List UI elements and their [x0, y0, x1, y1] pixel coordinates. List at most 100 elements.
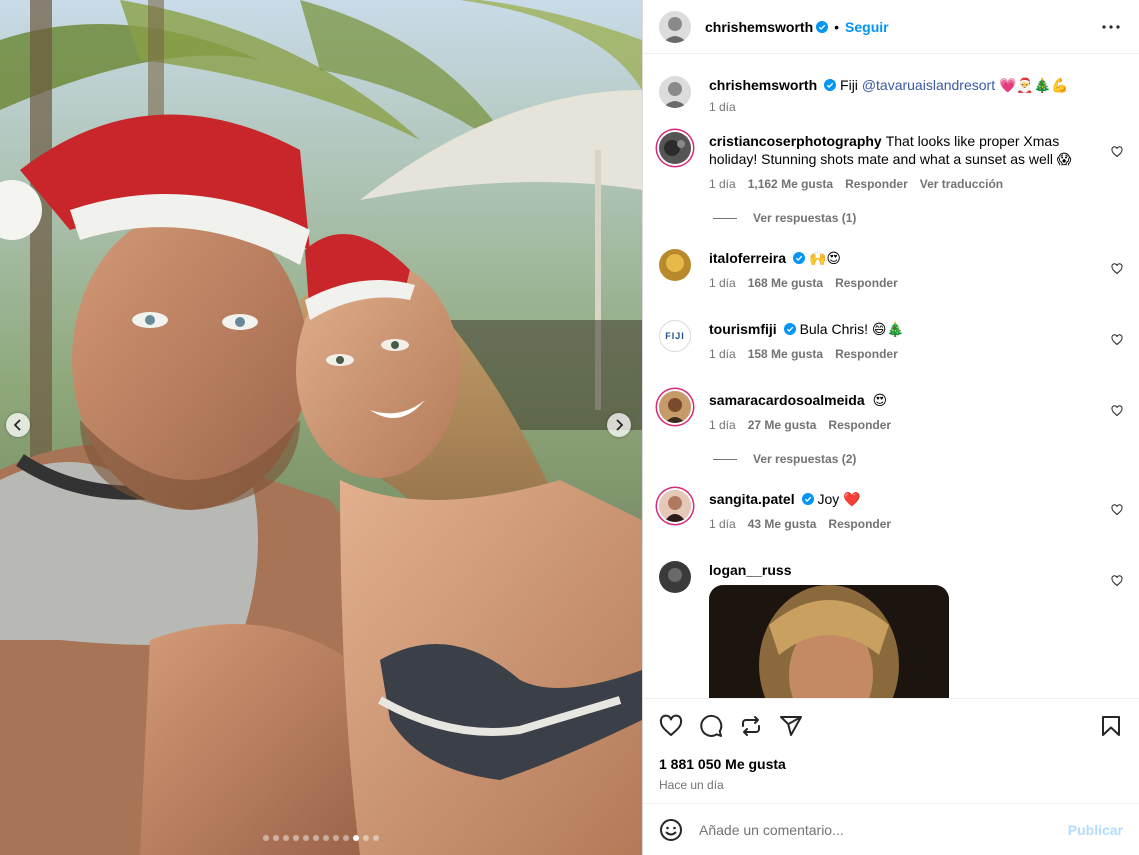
fiji-avatar-text: FIJI: [665, 331, 685, 341]
carousel-dot: [353, 835, 359, 841]
translate-button[interactable]: Ver traducción: [920, 177, 1003, 191]
comment-like-icon[interactable]: [1111, 146, 1123, 158]
comment-username[interactable]: cristiancoserphotography: [709, 133, 882, 149]
comment-username[interactable]: samaracardosoalmeida: [709, 392, 865, 408]
commenter-avatar[interactable]: [659, 391, 691, 423]
carousel-dot: [363, 835, 369, 841]
caption-username[interactable]: chrishemsworth: [709, 77, 817, 93]
view-replies-button[interactable]: Ver respuestas (2): [713, 452, 1123, 466]
caption-text: Fiji: [840, 77, 858, 93]
commenter-avatar[interactable]: [659, 490, 691, 522]
repost-icon[interactable]: [739, 714, 763, 738]
post-media[interactable]: [0, 0, 642, 855]
publish-button[interactable]: Publicar: [1068, 822, 1123, 838]
comment-likes[interactable]: 43 Me gusta: [748, 517, 817, 531]
carousel-dot: [283, 835, 289, 841]
reply-button[interactable]: Responder: [828, 418, 891, 432]
commenter-avatar[interactable]: [659, 561, 691, 593]
post-photo: [0, 0, 642, 855]
header-separator: •: [834, 18, 840, 35]
comment-input[interactable]: [699, 821, 1068, 838]
comment-item: samaracardosoalmeida 😍 1 día 27 Me gusta…: [659, 391, 1123, 432]
author-avatar[interactable]: [659, 10, 691, 43]
carousel-dot: [293, 835, 299, 841]
comment-time[interactable]: 1 día: [709, 418, 736, 432]
caption: chrishemsworth Fiji @tavaruaislandresort…: [659, 76, 1123, 114]
chevron-left-icon: [13, 419, 21, 431]
share-icon[interactable]: [779, 714, 803, 738]
view-replies-label: Ver respuestas (2): [753, 452, 857, 466]
carousel-dot: [333, 835, 339, 841]
caption-emojis: 💗🎅🎄💪: [998, 77, 1069, 93]
view-replies-label: Ver respuestas (1): [753, 211, 857, 225]
replies-line: [713, 217, 737, 219]
carousel-dot: [343, 835, 349, 841]
comment-text: 🙌😍: [808, 250, 841, 266]
reply-button[interactable]: Responder: [835, 347, 898, 361]
comment-like-icon[interactable]: [1111, 405, 1123, 417]
comment-username[interactable]: logan__russ: [709, 562, 791, 578]
post-sidebar: chrishemsworth • Seguir chrishemsworth F…: [642, 0, 1139, 855]
comment-item: logan__russ: [659, 561, 1123, 698]
comment-username[interactable]: tourismfiji: [709, 321, 777, 337]
caption-mention[interactable]: @tavaruaislandresort: [862, 77, 995, 93]
verified-badge-icon: [824, 79, 837, 91]
comment-gif[interactable]: [709, 585, 949, 698]
comment-time[interactable]: 1 día: [709, 177, 736, 191]
comment-username[interactable]: italoferreira: [709, 250, 786, 266]
post-actions: 1 881 050 Me gusta Hace un día: [643, 698, 1139, 803]
comment-time[interactable]: 1 día: [709, 276, 736, 290]
commenter-avatar[interactable]: [659, 132, 691, 164]
comment-likes[interactable]: 158 Me gusta: [748, 347, 823, 361]
likes-count[interactable]: 1 881 050 Me gusta: [659, 756, 1123, 772]
carousel-dot: [313, 835, 319, 841]
comment-like-icon[interactable]: [1111, 575, 1123, 587]
verified-badge-icon: [801, 493, 814, 505]
comment-text: 😍: [872, 392, 888, 408]
post-header: chrishemsworth • Seguir: [643, 0, 1139, 54]
verified-badge-icon: [783, 323, 796, 335]
comment-item: cristiancoserphotography That looks like …: [659, 132, 1123, 191]
comment-like-icon[interactable]: [1111, 334, 1123, 346]
carousel-next-button[interactable]: [607, 413, 631, 437]
carousel-dot: [303, 835, 309, 841]
post-time[interactable]: Hace un día: [659, 778, 1123, 792]
comment-like-icon[interactable]: [1111, 504, 1123, 516]
reply-button[interactable]: Responder: [845, 177, 908, 191]
replies-line: [713, 458, 737, 460]
more-options-icon: [1102, 24, 1120, 29]
verified-badge-icon: [793, 252, 806, 264]
comment-time[interactable]: 1 día: [709, 347, 736, 361]
comment-likes[interactable]: 1,162 Me gusta: [748, 177, 833, 191]
reply-button[interactable]: Responder: [835, 276, 898, 290]
chevron-right-icon: [616, 419, 624, 431]
carousel-dot: [263, 835, 269, 841]
reply-button[interactable]: Responder: [828, 517, 891, 531]
carousel-prev-button[interactable]: [6, 413, 30, 437]
comment-item: italoferreira 🙌😍 1 día 168 Me gusta Resp…: [659, 249, 1123, 290]
add-comment-bar: Publicar: [643, 803, 1139, 855]
comment-icon[interactable]: [699, 714, 723, 738]
author-avatar[interactable]: [659, 76, 691, 108]
comment-item: sangita.patel Joy ❤️ 1 día 43 Me gusta R…: [659, 490, 1123, 531]
comment-username[interactable]: sangita.patel: [709, 491, 795, 507]
view-replies-button[interactable]: Ver respuestas (1): [713, 211, 1123, 225]
more-options-button[interactable]: [1099, 15, 1123, 39]
commenter-avatar[interactable]: FIJI: [659, 320, 691, 352]
carousel-indicator: [0, 835, 642, 841]
comment-like-icon[interactable]: [1111, 263, 1123, 275]
emoji-icon[interactable]: [659, 818, 683, 842]
comments-list[interactable]: chrishemsworth Fiji @tavaruaislandresort…: [643, 54, 1139, 698]
follow-button[interactable]: Seguir: [845, 19, 889, 35]
carousel-dot: [323, 835, 329, 841]
comment-time[interactable]: 1 día: [709, 517, 736, 531]
author-username[interactable]: chrishemsworth: [705, 19, 813, 35]
bookmark-icon[interactable]: [1099, 714, 1123, 738]
caption-time[interactable]: 1 día: [709, 100, 736, 114]
comment-text: Joy ❤️: [817, 491, 861, 507]
comment-likes[interactable]: 27 Me gusta: [748, 418, 817, 432]
commenter-avatar[interactable]: [659, 249, 691, 281]
verified-badge-icon: [816, 20, 829, 33]
heart-icon[interactable]: [659, 714, 683, 738]
comment-likes[interactable]: 168 Me gusta: [748, 276, 823, 290]
